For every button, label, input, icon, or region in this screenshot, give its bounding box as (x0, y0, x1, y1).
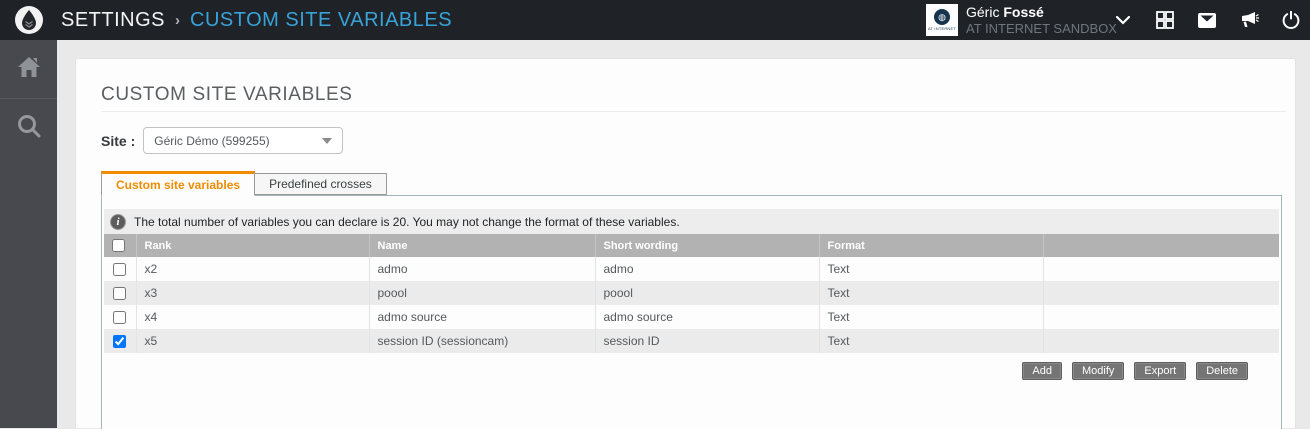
table-header-row: Rank Name Short wording Format (104, 234, 1279, 257)
info-icon: i (110, 214, 126, 230)
tab-panel: i The total number of variables you can … (101, 195, 1282, 429)
apps-grid-icon[interactable] (1154, 9, 1176, 31)
cell-format: Text (819, 305, 1043, 329)
column-header-empty (1043, 234, 1279, 257)
app-logo[interactable] (0, 6, 57, 34)
breadcrumb: SETTINGS › CUSTOM SITE VARIABLES (61, 9, 452, 32)
column-header-rank: Rank (136, 234, 369, 257)
row-checkbox[interactable] (113, 263, 126, 276)
site-selector-row: Site : Géric Démo (599255) (101, 127, 343, 154)
cell-name: poool (369, 281, 595, 305)
title-divider (101, 111, 1286, 112)
user-menu-chevron-icon[interactable] (1112, 9, 1134, 31)
inbox-icon[interactable] (1196, 9, 1218, 31)
page-title: CUSTOM SITE VARIABLES (101, 84, 353, 106)
sidebar-item-search[interactable] (0, 99, 57, 158)
modify-button[interactable]: Modify (1072, 362, 1124, 380)
at-internet-logo-icon (15, 6, 43, 34)
breadcrumb-section[interactable]: SETTINGS (61, 9, 165, 32)
top-header: SETTINGS › CUSTOM SITE VARIABLES ◍ AT IN… (0, 0, 1310, 40)
delete-button[interactable]: Delete (1196, 362, 1248, 380)
search-icon (16, 113, 42, 144)
select-all-checkbox[interactable] (112, 239, 125, 252)
table-row: x3pooolpooolText (104, 281, 1279, 305)
cell-empty (1043, 305, 1279, 329)
add-button[interactable]: Add (1022, 362, 1062, 380)
avatar-label: AT INTERNET (928, 26, 956, 31)
breadcrumb-separator: › (175, 12, 180, 29)
cell-checkbox (104, 281, 136, 305)
cell-short-wording: poool (595, 281, 819, 305)
cell-rank: x2 (136, 257, 369, 281)
cell-rank: x3 (136, 281, 369, 305)
site-label: Site : (101, 133, 135, 149)
cell-short-wording: session ID (595, 329, 819, 353)
cell-short-wording: admo source (595, 305, 819, 329)
info-message: The total number of variables you can de… (134, 215, 680, 229)
power-icon[interactable] (1280, 9, 1302, 31)
cell-name: admo (369, 257, 595, 281)
row-checkbox[interactable] (113, 311, 126, 324)
variables-table-body: x2admoadmoTextx3pooolpooolTextx4admo sou… (104, 257, 1279, 353)
site-select-value: Géric Démo (599255) (154, 134, 322, 148)
action-buttons: Add Modify Export Delete (104, 362, 1279, 380)
home-icon (16, 55, 42, 84)
cell-empty (1043, 329, 1279, 353)
cell-format: Text (819, 257, 1043, 281)
cell-rank: x4 (136, 305, 369, 329)
cell-name: session ID (sessioncam) (369, 329, 595, 353)
sidebar (0, 40, 57, 428)
tab-custom-site-variables[interactable]: Custom site variables (101, 171, 255, 196)
site-select[interactable]: Géric Démo (599255) (143, 127, 343, 154)
avatar-drop-icon: ◍ (934, 9, 950, 25)
column-header-name: Name (369, 234, 595, 257)
cell-format: Text (819, 281, 1043, 305)
cell-short-wording: admo (595, 257, 819, 281)
row-checkbox[interactable] (113, 335, 126, 348)
cell-empty (1043, 257, 1279, 281)
cell-format: Text (819, 329, 1043, 353)
cell-checkbox (104, 305, 136, 329)
chevron-down-icon (322, 138, 332, 144)
variables-table: Rank Name Short wording Format x2admoadm… (104, 234, 1279, 353)
column-header-format: Format (819, 234, 1043, 257)
tabs: Custom site variables Predefined crosses (101, 171, 387, 195)
cell-checkbox (104, 329, 136, 353)
select-all-header (104, 234, 136, 257)
table-row: x2admoadmoText (104, 257, 1279, 281)
cell-name: admo source (369, 305, 595, 329)
user-block[interactable]: ◍ AT INTERNET Géric Fossé AT INTERNET SA… (926, 4, 1117, 36)
content-card: CUSTOM SITE VARIABLES Site : Géric Démo … (75, 58, 1296, 428)
table-row: x5session ID (sessioncam)session IDText (104, 329, 1279, 353)
breadcrumb-page: CUSTOM SITE VARIABLES (190, 9, 452, 32)
user-name: Géric Fossé (966, 4, 1117, 21)
export-button[interactable]: Export (1134, 362, 1186, 380)
info-bar: i The total number of variables you can … (104, 209, 1279, 234)
sidebar-item-home[interactable] (0, 40, 57, 99)
cell-rank: x5 (136, 329, 369, 353)
cell-checkbox (104, 257, 136, 281)
announcements-icon[interactable] (1238, 9, 1260, 31)
user-account: AT INTERNET SANDBOX (966, 21, 1117, 36)
avatar: ◍ AT INTERNET (926, 4, 958, 36)
table-row: x4admo sourceadmo sourceText (104, 305, 1279, 329)
cell-empty (1043, 281, 1279, 305)
column-header-short-wording: Short wording (595, 234, 819, 257)
top-icons (1112, 0, 1302, 40)
tab-predefined-crosses[interactable]: Predefined crosses (255, 173, 387, 195)
row-checkbox[interactable] (113, 287, 126, 300)
